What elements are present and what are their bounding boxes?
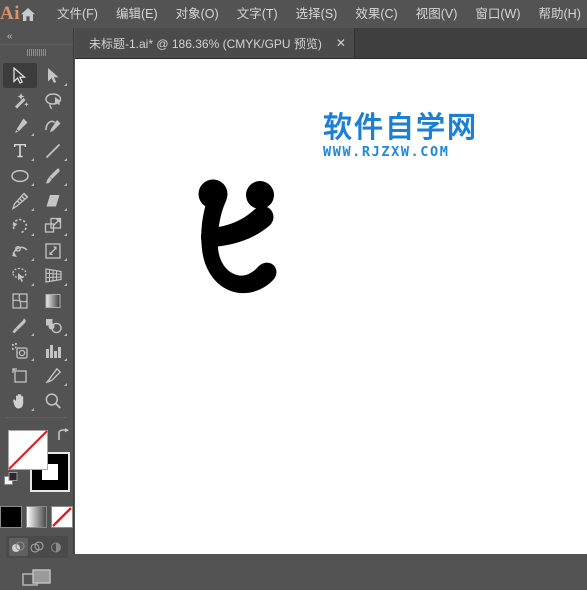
tool-group-indicator bbox=[64, 83, 67, 86]
menu-type[interactable]: 文字(T) bbox=[228, 3, 287, 25]
draw-normal-mode[interactable] bbox=[9, 538, 28, 556]
ellipse-tool[interactable] bbox=[3, 163, 37, 188]
color-mode-solid[interactable] bbox=[0, 506, 22, 528]
tool-group-indicator bbox=[64, 233, 67, 236]
tool-group-indicator bbox=[31, 208, 34, 211]
type-tool[interactable] bbox=[3, 138, 37, 163]
free-transform-tool[interactable] bbox=[37, 238, 71, 263]
width-tool[interactable] bbox=[3, 238, 37, 263]
pen-tool[interactable] bbox=[3, 113, 37, 138]
fill-stroke-controls bbox=[0, 426, 73, 504]
close-icon[interactable]: ✕ bbox=[328, 28, 354, 58]
paintbrush-tool[interactable] bbox=[37, 163, 71, 188]
menu-view[interactable]: 视图(V) bbox=[407, 3, 467, 25]
color-mode-buttons bbox=[0, 506, 73, 528]
blend-tool[interactable] bbox=[37, 313, 71, 338]
menu-edit[interactable]: 编辑(E) bbox=[107, 3, 167, 25]
document-tab-bar: 未标题-1.ai* @ 186.36% (CMYK/GPU 预览) ✕ bbox=[75, 28, 587, 59]
menu-item-list: 文件(F) 编辑(E) 对象(O) 文字(T) 选择(S) 效果(C) 视图(V… bbox=[48, 3, 587, 25]
curvature-tool[interactable] bbox=[37, 113, 71, 138]
mesh-tool[interactable] bbox=[3, 288, 37, 313]
color-mode-gradient[interactable] bbox=[26, 506, 48, 528]
perspective-grid-tool[interactable] bbox=[37, 263, 71, 288]
watermark-url-text: WWW.RJZXW.COM bbox=[323, 144, 478, 160]
menu-file[interactable]: 文件(F) bbox=[48, 3, 107, 25]
default-fill-stroke-icon[interactable] bbox=[4, 472, 19, 492]
swap-fill-stroke-icon[interactable] bbox=[56, 428, 70, 447]
tool-grid bbox=[0, 59, 73, 413]
change-screen-mode[interactable] bbox=[0, 568, 73, 590]
illustrator-window: Ai 文件(F) 编辑(E) 对象(O) 文字(T) 选择(S) 效果(C) 视… bbox=[0, 0, 587, 554]
eyedropper-tool[interactable] bbox=[3, 313, 37, 338]
tool-group-indicator bbox=[31, 183, 34, 186]
none-slash-icon bbox=[8, 430, 48, 470]
menu-effect[interactable]: 效果(C) bbox=[346, 3, 406, 25]
zoom-tool[interactable] bbox=[37, 388, 71, 413]
hand-tool[interactable] bbox=[3, 388, 37, 413]
tool-group-indicator bbox=[31, 233, 34, 236]
menu-bar: Ai 文件(F) 编辑(E) 对象(O) 文字(T) 选择(S) 效果(C) 视… bbox=[0, 0, 587, 28]
rotate-tool[interactable] bbox=[3, 213, 37, 238]
collapse-panel-icon[interactable]: « bbox=[0, 28, 73, 44]
home-icon[interactable] bbox=[20, 0, 36, 28]
artboard-tool[interactable] bbox=[3, 363, 37, 388]
watermark: 软件自学网 WWW.RJZXW.COM bbox=[323, 111, 478, 160]
menu-select[interactable]: 选择(S) bbox=[287, 3, 347, 25]
shape-builder-tool[interactable] bbox=[3, 263, 37, 288]
blob-brush-tool[interactable] bbox=[3, 188, 37, 213]
symbol-sprayer-tool[interactable] bbox=[3, 338, 37, 363]
direct-selection-tool[interactable] bbox=[37, 63, 71, 88]
tool-group-indicator bbox=[64, 383, 67, 386]
tool-group-indicator bbox=[64, 358, 67, 361]
line-segment-tool[interactable] bbox=[37, 138, 71, 163]
document-canvas[interactable]: 软件自学网 WWW.RJZXW.COM bbox=[75, 59, 587, 554]
document-tab[interactable]: 未标题-1.ai* @ 186.36% (CMYK/GPU 预览) ✕ bbox=[75, 28, 355, 58]
tool-group-indicator bbox=[31, 358, 34, 361]
scale-tool[interactable] bbox=[37, 213, 71, 238]
menu-help[interactable]: 帮助(H) bbox=[530, 3, 587, 25]
watermark-cn-text: 软件自学网 bbox=[323, 111, 478, 143]
tool-group-indicator bbox=[31, 283, 34, 286]
document-tab-label: 未标题-1.ai* @ 186.36% (CMYK/GPU 预览) bbox=[89, 35, 322, 52]
toolpanel-divider bbox=[6, 417, 67, 418]
selection-tool[interactable] bbox=[3, 63, 37, 88]
app-logo: Ai bbox=[0, 0, 20, 28]
gradient-tool[interactable] bbox=[37, 288, 71, 313]
draw-inside-mode[interactable] bbox=[47, 538, 66, 556]
menu-object[interactable]: 对象(O) bbox=[167, 3, 228, 25]
panel-drag-handle[interactable] bbox=[0, 44, 73, 59]
vector-glyph-artwork[interactable] bbox=[190, 179, 282, 304]
tool-group-indicator bbox=[31, 408, 34, 411]
draw-behind-mode[interactable] bbox=[28, 538, 47, 556]
draw-mode-buttons bbox=[6, 536, 68, 558]
tool-group-indicator bbox=[64, 208, 67, 211]
column-graph-tool[interactable] bbox=[37, 338, 71, 363]
tool-group-indicator bbox=[31, 258, 34, 261]
menu-window[interactable]: 窗口(W) bbox=[466, 3, 529, 25]
tool-group-indicator bbox=[31, 333, 34, 336]
tools-panel: « bbox=[0, 28, 74, 554]
fill-swatch[interactable] bbox=[8, 430, 48, 470]
tool-group-indicator bbox=[64, 158, 67, 161]
lasso-tool[interactable] bbox=[37, 88, 71, 113]
slice-tool[interactable] bbox=[37, 363, 71, 388]
eraser-tool[interactable] bbox=[37, 188, 71, 213]
tool-group-indicator bbox=[64, 258, 67, 261]
tool-group-indicator bbox=[64, 333, 67, 336]
tool-group-indicator bbox=[31, 133, 34, 136]
magic-wand-tool[interactable] bbox=[3, 88, 37, 113]
tool-group-indicator bbox=[31, 158, 34, 161]
tool-group-indicator bbox=[64, 283, 67, 286]
color-mode-none[interactable] bbox=[51, 506, 73, 528]
tool-group-indicator bbox=[64, 183, 67, 186]
